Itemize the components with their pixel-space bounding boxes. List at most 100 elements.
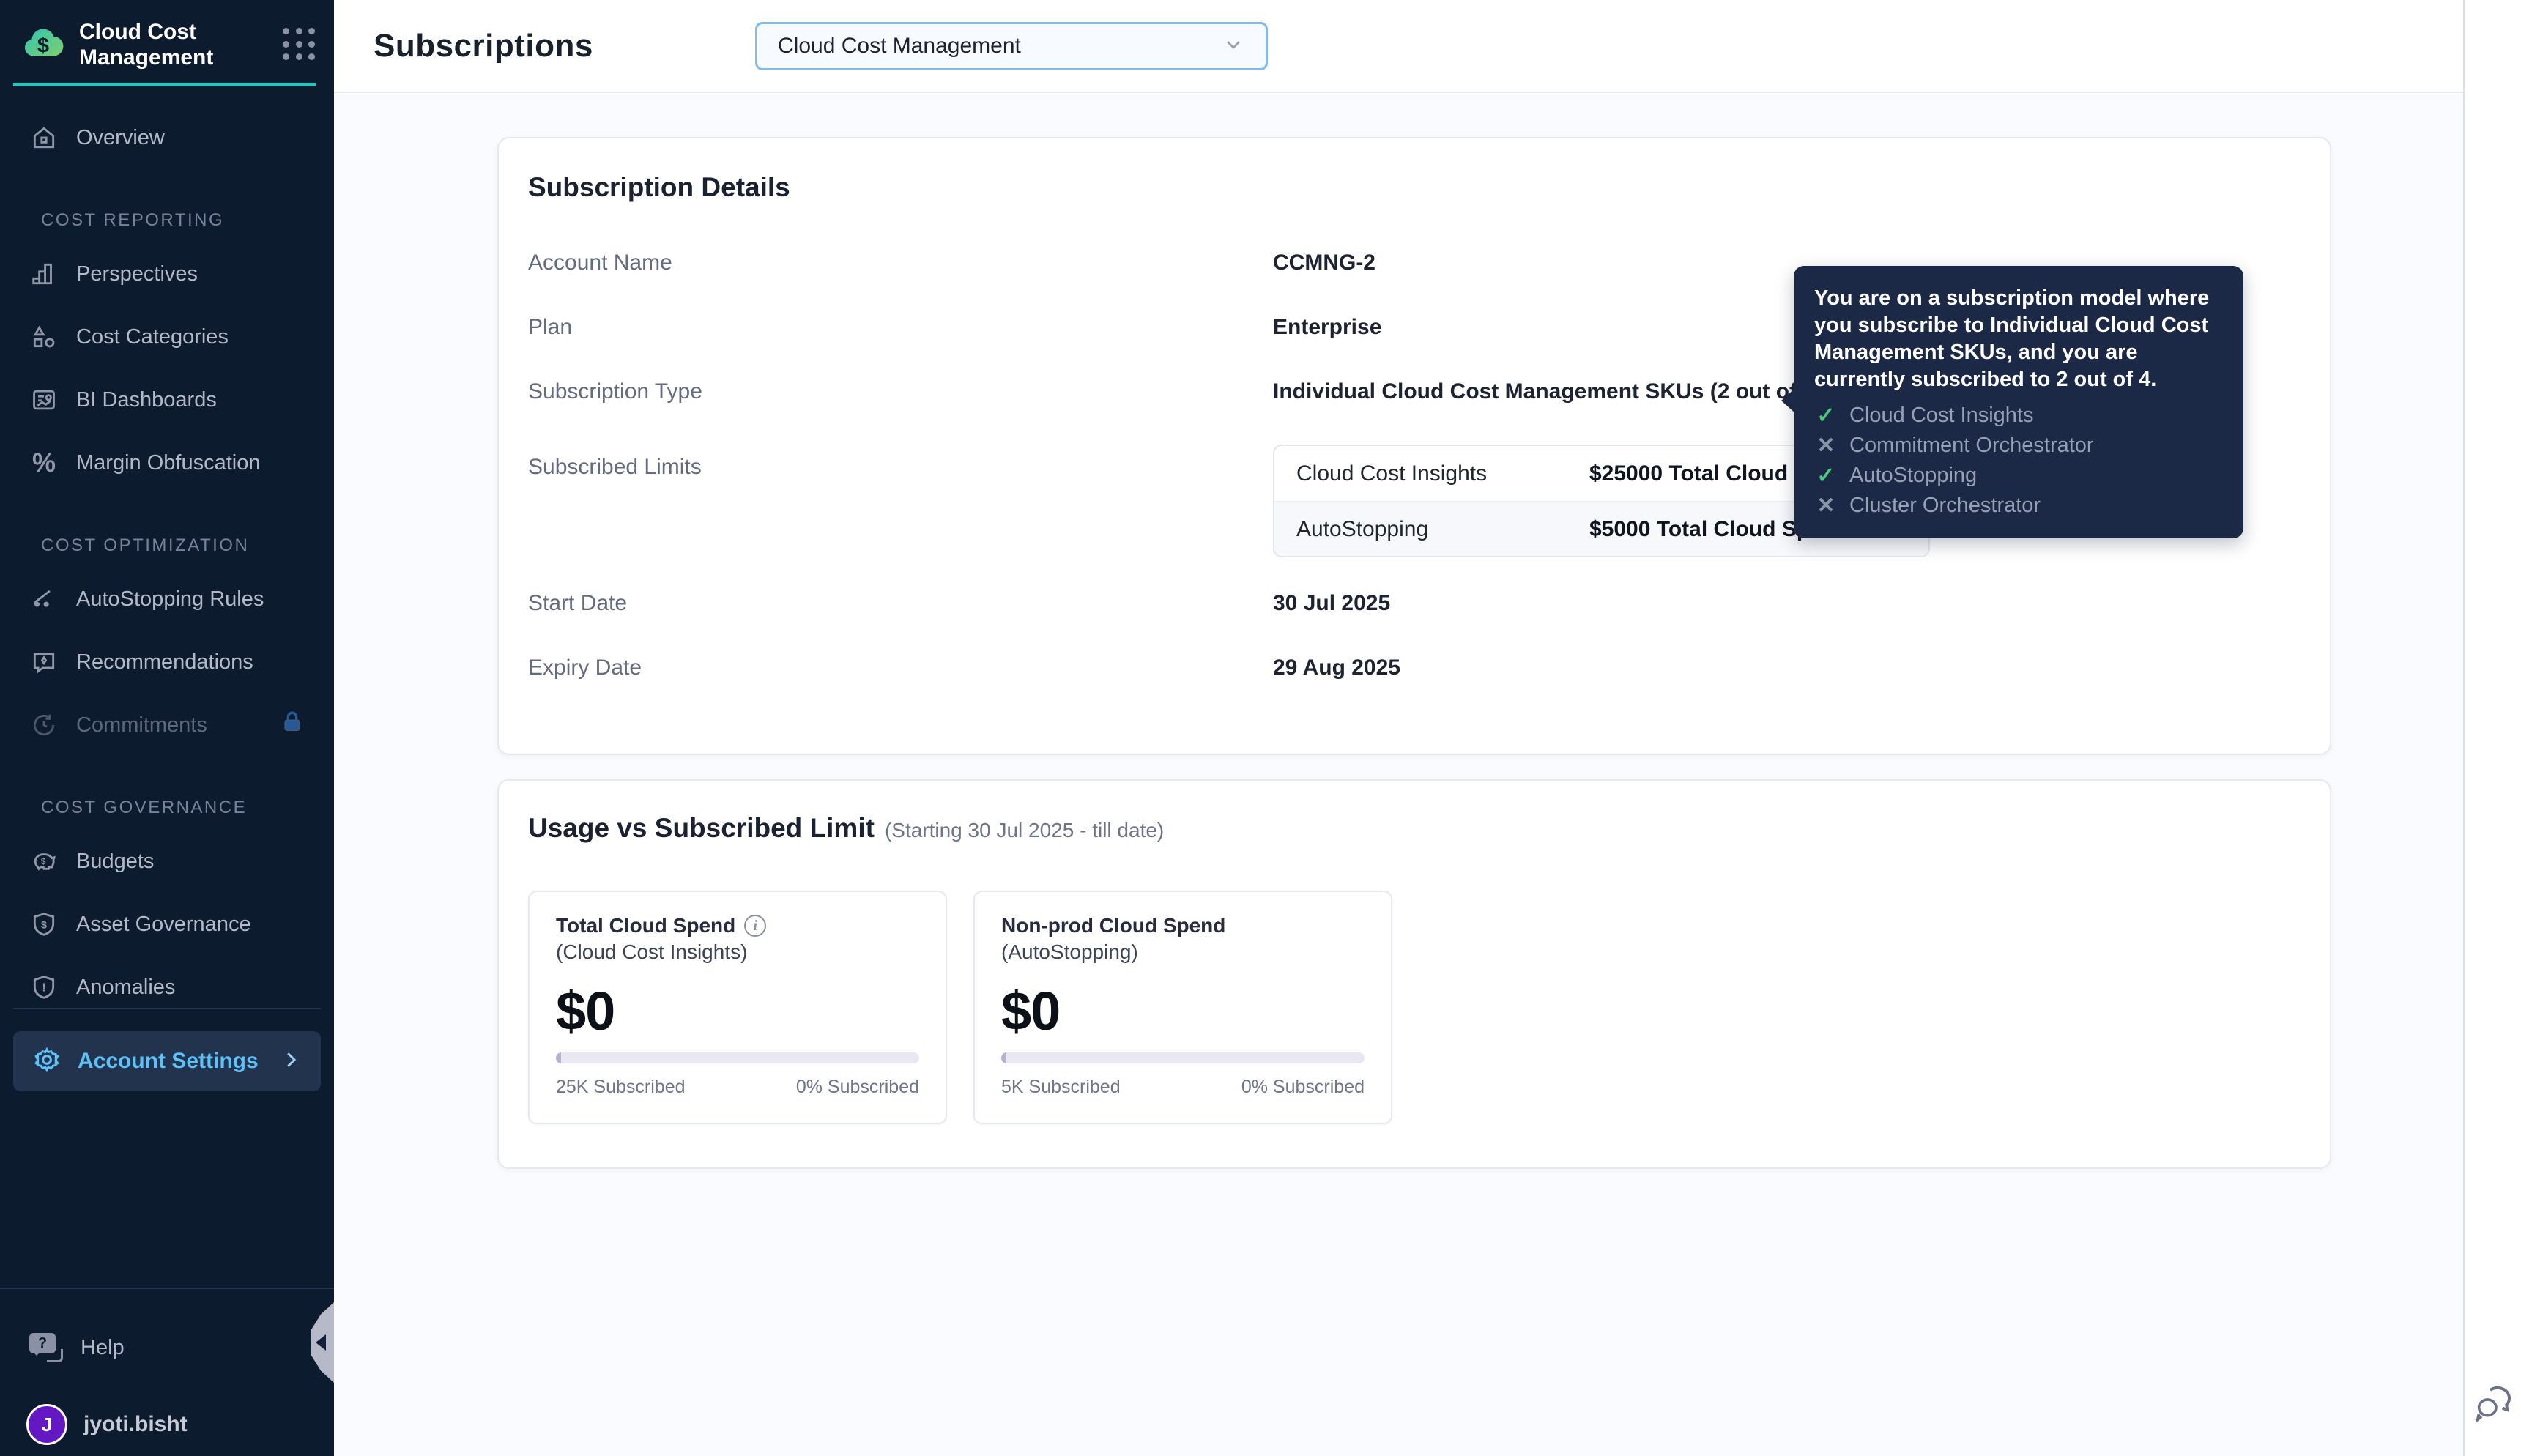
subscription-type-tooltip: You are on a subscription model where yo… bbox=[1781, 266, 2243, 538]
progress-fill bbox=[1001, 1052, 1006, 1063]
tooltip-sku-name: AutoStopping bbox=[1849, 464, 1978, 487]
sidebar-item-label: Recommendations bbox=[76, 650, 253, 674]
usage-title: Usage vs Subscribed Limit bbox=[528, 813, 875, 843]
subscribed-amount: 5K Subscribed bbox=[1001, 1077, 1121, 1097]
sku-name: Cloud Cost Insights bbox=[1296, 461, 1488, 486]
cloud-cost-logo-icon: $ bbox=[24, 29, 64, 58]
module-accent-line bbox=[13, 83, 316, 86]
card-title: Subscription Details bbox=[528, 172, 790, 202]
svg-text:!: ! bbox=[42, 982, 45, 995]
sidebar-item-budgets[interactable]: $ Budgets bbox=[0, 830, 334, 893]
page-title: Subscriptions bbox=[374, 28, 593, 64]
sidebar-item-cost-categories[interactable]: Cost Categories bbox=[0, 305, 334, 368]
dashboard-image-icon bbox=[29, 385, 59, 415]
sidebar-item-label: Margin Obfuscation bbox=[76, 450, 261, 475]
sidebar-item-autostopping-rules[interactable]: AutoStopping Rules bbox=[0, 568, 334, 631]
usage-tile-total-cloud-spend: Total Cloud Spend i (Cloud Cost Insights… bbox=[528, 891, 947, 1124]
sidebar-item-asset-governance[interactable]: $ Asset Governance bbox=[0, 893, 334, 956]
tile-title: Non-prod Cloud Spend bbox=[1001, 914, 1226, 937]
tile-subtitle: (AutoStopping) bbox=[1001, 940, 1138, 963]
commitments-clock-icon bbox=[29, 710, 59, 740]
field-row-start-date: Start Date 30 Jul 2025 bbox=[528, 571, 2301, 636]
field-value: 29 Aug 2025 bbox=[1273, 655, 1400, 680]
sidebar-item-commitments[interactable]: Commitments bbox=[0, 694, 334, 757]
sidebar-item-label: Commitments bbox=[76, 713, 207, 737]
sidebar-item-label: AutoStopping Rules bbox=[76, 587, 264, 611]
tile-amount: $0 bbox=[1001, 981, 1061, 1041]
sidebar-footer-divider bbox=[0, 1288, 334, 1289]
tooltip-sku-name: Commitment Orchestrator bbox=[1849, 434, 2094, 457]
sidebar-item-label: Perspectives bbox=[76, 261, 198, 286]
help-chat-icon: ? bbox=[29, 1333, 63, 1362]
recommendation-icon bbox=[29, 647, 59, 677]
user-name: jyoti.bisht bbox=[83, 1412, 188, 1436]
shield-dollar-icon: $ bbox=[29, 910, 59, 939]
sidebar-item-bi-dashboards[interactable]: BI Dashboards bbox=[0, 368, 334, 431]
chevron-right-icon bbox=[280, 1049, 302, 1074]
cross-icon: ✕ bbox=[1816, 434, 1835, 458]
sidebar-divider bbox=[13, 1008, 321, 1009]
collapse-arrow-icon bbox=[316, 1334, 326, 1351]
field-row-expiry-date: Expiry Date 29 Aug 2025 bbox=[528, 636, 2301, 700]
sidebar-item-overview[interactable]: Overview bbox=[0, 106, 334, 169]
field-label: Account Name bbox=[528, 250, 672, 275]
tooltip-text: You are on a subscription model where yo… bbox=[1814, 286, 2210, 391]
page-header: Subscriptions Cloud Cost Management bbox=[334, 0, 2463, 93]
app-root: $ Cloud Cost Management Overview COST RE… bbox=[0, 0, 2521, 1456]
tooltip-sku-name: Cloud Cost Insights bbox=[1849, 404, 2034, 427]
module-select-value: Cloud Cost Management bbox=[778, 34, 1021, 58]
sidebar-item-margin-obfuscation[interactable]: % Margin Obfuscation bbox=[0, 431, 334, 494]
field-label: Expiry Date bbox=[528, 655, 642, 680]
sidebar: $ Cloud Cost Management Overview COST RE… bbox=[0, 0, 334, 1456]
tooltip-sku-list: ✓ Cloud Cost Insights ✕ Commitment Orche… bbox=[1814, 401, 2223, 521]
sidebar-item-label: Cost Categories bbox=[76, 324, 229, 349]
progress-fill bbox=[556, 1052, 561, 1063]
sidebar-item-label: Asset Governance bbox=[76, 912, 251, 936]
field-label: Subscribed Limits bbox=[528, 455, 702, 479]
sidebar-item-label: Budgets bbox=[76, 849, 155, 873]
tile-subtitle: (Cloud Cost Insights) bbox=[556, 940, 748, 963]
sidebar-item-anomalies[interactable]: ! Anomalies bbox=[0, 956, 334, 1019]
sidebar-logo-row: $ Cloud Cost Management bbox=[21, 19, 316, 70]
logo-dollar-glyph: $ bbox=[37, 34, 49, 58]
field-label: Plan bbox=[528, 315, 573, 339]
sidebar-item-account-settings[interactable]: Account Settings bbox=[13, 1031, 321, 1091]
module-grid-icon[interactable] bbox=[283, 28, 316, 62]
field-value: Individual Cloud Cost Management SKUs (2… bbox=[1273, 379, 1823, 404]
check-icon: ✓ bbox=[1816, 404, 1835, 428]
svg-text:$: $ bbox=[41, 920, 47, 932]
tile-amount: $0 bbox=[556, 981, 615, 1041]
module-select-dropdown[interactable]: Cloud Cost Management bbox=[755, 22, 1268, 70]
bar-chart-icon bbox=[29, 259, 59, 289]
avatar: J bbox=[26, 1404, 67, 1445]
user-profile-row[interactable]: J jyoti.bisht bbox=[0, 1393, 334, 1456]
sidebar-item-recommendations[interactable]: Recommendations bbox=[0, 631, 334, 694]
subscribed-percent: 0% Subscribed bbox=[1241, 1077, 1365, 1097]
sidebar-nav: Overview COST REPORTING Perspectives Cos… bbox=[0, 106, 334, 1019]
sidebar-section-cost-governance: COST GOVERNANCE bbox=[41, 798, 248, 817]
info-icon[interactable]: i bbox=[744, 915, 767, 937]
sidebar-item-perspectives[interactable]: Perspectives bbox=[0, 242, 334, 305]
check-icon: ✓ bbox=[1816, 464, 1835, 488]
tooltip-sku-row: ✕ Cluster Orchestrator bbox=[1814, 491, 2223, 521]
autostopping-icon bbox=[29, 584, 59, 614]
usage-progress-bar bbox=[1001, 1052, 1365, 1063]
field-label: Subscription Type bbox=[528, 379, 702, 404]
svg-text:$: $ bbox=[41, 856, 46, 866]
tooltip-sku-row: ✓ AutoStopping bbox=[1814, 461, 2223, 491]
sidebar-item-help[interactable]: ? Help bbox=[0, 1317, 334, 1378]
help-label: Help bbox=[81, 1335, 125, 1359]
right-rail bbox=[2463, 0, 2521, 1456]
cross-icon: ✕ bbox=[1816, 494, 1835, 518]
usage-subtitle: (Starting 30 Jul 2025 - till date) bbox=[884, 819, 1165, 842]
piggy-bank-icon: $ bbox=[29, 847, 59, 876]
percent-glyph: % bbox=[31, 447, 56, 478]
sidebar-section-cost-reporting: COST REPORTING bbox=[41, 210, 225, 230]
tooltip-arrow bbox=[1781, 387, 1796, 414]
tooltip-sku-row: ✓ Cloud Cost Insights bbox=[1814, 401, 2223, 431]
sidebar-item-label: Anomalies bbox=[76, 975, 176, 999]
chat-support-icon[interactable] bbox=[2473, 1384, 2515, 1424]
tooltip-sku-row: ✕ Commitment Orchestrator bbox=[1814, 431, 2223, 461]
usage-tile-nonprod-cloud-spend: Non-prod Cloud Spend (AutoStopping) $0 5… bbox=[973, 891, 1392, 1124]
subscribed-amount: 25K Subscribed bbox=[556, 1077, 686, 1097]
